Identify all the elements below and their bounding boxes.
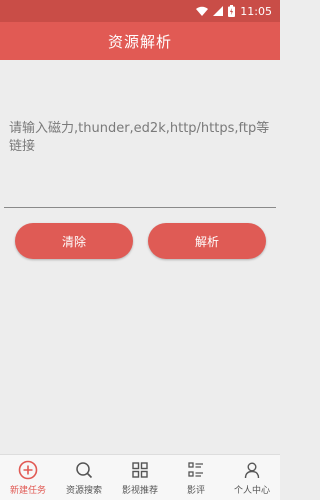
- search-icon: [74, 460, 94, 480]
- battery-icon: [228, 5, 236, 17]
- tab-reviews[interactable]: 影评: [168, 455, 224, 500]
- tab-label: 影视推荐: [121, 486, 158, 496]
- status-bar: 11:05: [0, 0, 280, 22]
- app-bar: 资源解析: [0, 22, 280, 60]
- tab-label: 新建任务: [9, 486, 46, 496]
- list-icon: [186, 460, 206, 480]
- person-icon: [242, 460, 262, 480]
- page-title: 资源解析: [107, 32, 172, 51]
- plus-circle-icon: [18, 460, 38, 480]
- bottom-tab-bar: 新建任务 资源搜索 影视推荐 影评 个人中心: [0, 454, 280, 500]
- clear-button[interactable]: 清除: [15, 223, 133, 259]
- parse-button[interactable]: 解析: [148, 223, 266, 259]
- tab-resource-search[interactable]: 资源搜索: [56, 455, 112, 500]
- tab-label: 个人中心: [233, 486, 270, 496]
- screen: 11:05 资源解析 清除 解析 新建任务 资源搜索 影视推荐: [0, 0, 280, 500]
- tab-label: 影评: [186, 486, 205, 496]
- tab-movie-recommend[interactable]: 影视推荐: [112, 455, 168, 500]
- tab-label: 资源搜索: [65, 486, 102, 496]
- wifi-icon: [196, 6, 209, 16]
- tab-new-task[interactable]: 新建任务: [0, 455, 56, 500]
- link-input-area: [0, 60, 280, 206]
- link-input[interactable]: [0, 60, 280, 206]
- input-underline: [4, 207, 276, 208]
- status-time: 11:05: [240, 4, 272, 18]
- grid-icon: [130, 460, 150, 480]
- tab-personal-center[interactable]: 个人中心: [224, 455, 280, 500]
- signal-icon: [213, 6, 224, 16]
